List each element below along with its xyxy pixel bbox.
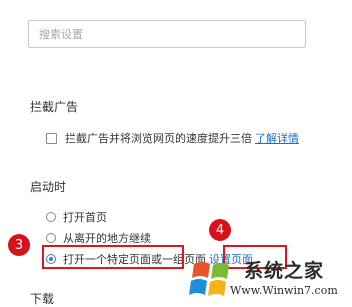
search-settings-box[interactable]: [28, 20, 306, 48]
step-marker-4: 4: [209, 219, 231, 241]
highlight-box-specific-pages: [42, 245, 184, 269]
watermark-url: Www.Winwin7.com: [230, 284, 338, 297]
startup-option-label: 从离开的地方继续: [63, 232, 151, 245]
startup-option-homepage[interactable]: 打开首页: [46, 209, 107, 225]
ad-block-title: 拦截广告: [30, 100, 79, 114]
ad-block-label: 拦截广告并将浏览网页的速度提升三倍: [65, 132, 252, 145]
radio-continue[interactable]: [46, 233, 56, 243]
learn-more-link[interactable]: 了解详情: [255, 130, 299, 146]
startup-option-continue[interactable]: 从离开的地方继续: [46, 230, 151, 246]
download-title: 下载: [30, 292, 55, 306]
radio-homepage[interactable]: [46, 212, 56, 222]
watermark-brand: 系统之家: [244, 260, 325, 282]
watermark: 系统之家 Www.Winwin7.com: [182, 252, 350, 306]
ad-block-checkbox[interactable]: [46, 132, 57, 144]
search-settings-input[interactable]: [39, 27, 295, 41]
startup-title: 启动时: [30, 180, 67, 194]
ad-block-row: 拦截广告并将浏览网页的速度提升三倍 了解详情: [46, 130, 299, 146]
step-marker-3: 3: [8, 234, 30, 256]
startup-option-label: 打开首页: [63, 211, 107, 224]
